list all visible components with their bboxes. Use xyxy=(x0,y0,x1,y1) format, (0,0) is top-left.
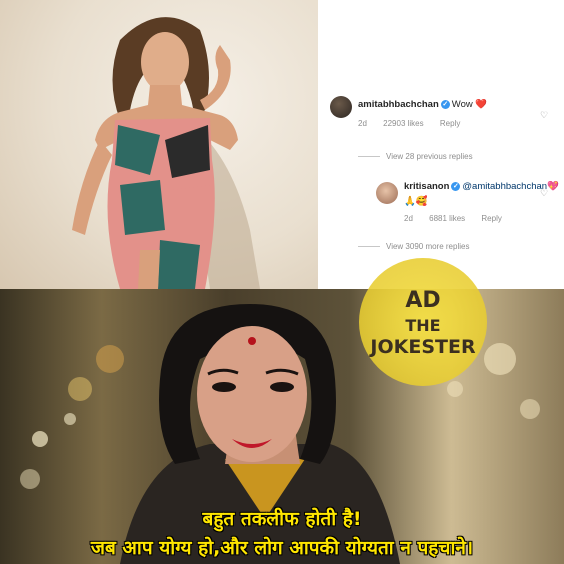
instagram-comments-panel: amitabhbachchan ✓ Wow ❤️ 2d 22903 likes Re… xyxy=(318,0,564,289)
comment-emoji: 💖 xyxy=(547,181,559,192)
divider-line xyxy=(358,156,380,158)
comment-likes[interactable]: 6881 likes xyxy=(429,214,465,223)
like-heart-icon[interactable]: ♡ xyxy=(540,188,548,199)
like-heart-icon[interactable]: ♡ xyxy=(540,110,548,121)
comment-likes[interactable]: 22903 likes xyxy=(383,119,423,128)
view-previous-replies-button[interactable]: View 28 previous replies xyxy=(358,152,473,161)
comment-emoji-line: 🙏🥰 xyxy=(404,196,428,207)
comment-username[interactable]: kritisanon xyxy=(404,181,449,192)
reply-button[interactable]: Reply xyxy=(440,119,460,128)
caption-line-1: बहुत तकलीफ होती है! xyxy=(202,508,362,530)
logo-text-the: THE xyxy=(405,316,441,335)
ad-the-jokester-logo: AD THE JOKESTER xyxy=(359,258,487,386)
verified-badge-icon: ✓ xyxy=(451,181,461,191)
woman-photo-illustration xyxy=(72,17,260,289)
comment-meta: 2d 22903 likes Reply xyxy=(358,119,474,128)
comment-text: Wow ❤️ xyxy=(451,99,488,110)
comment-time: 2d xyxy=(358,119,367,128)
divider-line xyxy=(358,246,380,248)
comment-username[interactable]: amitabhbachchan xyxy=(358,99,439,110)
reply-button[interactable]: Reply xyxy=(481,214,501,223)
caption-line-2: जब आप योग्य हो,और लोग आपकी योग्यता न पहच… xyxy=(90,537,474,559)
meme-image: amitabhbachchan ✓ Wow ❤️ 2d 22903 likes Re… xyxy=(0,0,564,564)
verified-badge-icon: ✓ xyxy=(440,99,450,109)
comment-mention[interactable]: @amitabhbachchan xyxy=(462,181,547,192)
comment-time: 2d xyxy=(404,214,413,223)
logo-text-ad: AD xyxy=(405,288,441,313)
view-more-replies-button[interactable]: View 3090 more replies xyxy=(358,242,469,251)
avatar[interactable] xyxy=(330,96,352,118)
comment-meta: 2d 6881 likes Reply xyxy=(404,214,516,223)
avatar[interactable] xyxy=(376,182,398,204)
woman-photo xyxy=(0,0,318,289)
logo-text-jokester: JOKESTER xyxy=(370,336,476,358)
